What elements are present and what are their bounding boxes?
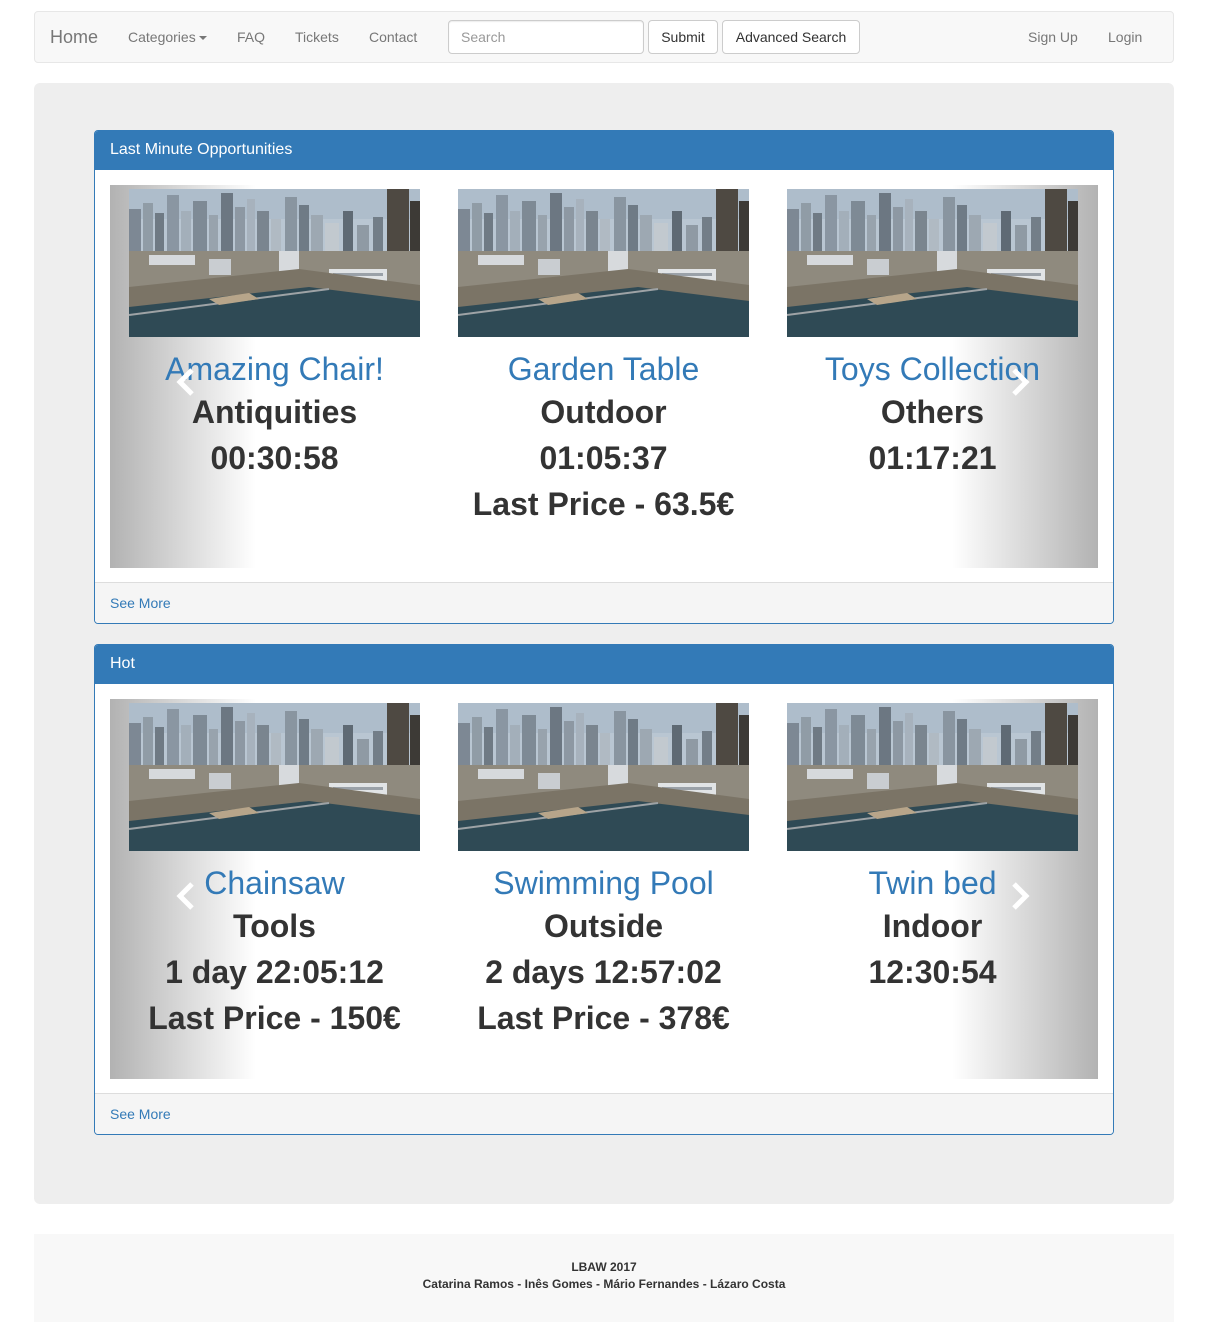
item-last-price: Last Price - 63.5€ (472, 486, 735, 522)
main-container: Last Minute Opportunities Amazing Chair!… (34, 83, 1174, 1204)
chevron-left-icon[interactable] (174, 367, 198, 397)
faq-link[interactable]: FAQ (237, 29, 265, 45)
auction-item[interactable]: Twin bed Indoor 12:30:54 (787, 703, 1078, 995)
carousel: Amazing Chair! Antiquities 00:30:58 Gard… (110, 185, 1098, 568)
panel-heading: Last Minute Opportunities (95, 131, 1113, 170)
item-photo (458, 703, 749, 851)
item-photo (787, 189, 1078, 337)
panel-footer: See More (95, 1093, 1113, 1134)
search-input[interactable] (448, 20, 644, 54)
item-category: Indoor (882, 908, 983, 944)
item-time-left: 2 days 12:57:02 (485, 954, 722, 990)
item-photo (129, 703, 420, 851)
panel-heading: Hot (95, 645, 1113, 684)
last-minute-panel: Last Minute Opportunities Amazing Chair!… (94, 130, 1114, 624)
chevron-right-icon[interactable] (1008, 881, 1032, 911)
submit-button[interactable]: Submit (648, 20, 718, 54)
item-time-left: 1 day 22:05:12 (165, 954, 384, 990)
auction-item[interactable]: Chainsaw Tools 1 day 22:05:12 Last Price… (129, 703, 420, 1041)
sign-up-link[interactable]: Sign Up (1028, 29, 1078, 45)
contact-link[interactable]: Contact (369, 29, 417, 45)
auction-item[interactable]: Amazing Chair! Antiquities 00:30:58 (129, 189, 420, 481)
item-category: Outside (543, 908, 664, 944)
chevron-right-icon[interactable] (1008, 367, 1032, 397)
item-time-left: 00:30:58 (210, 440, 339, 476)
hot-panel: Hot Chainsaw Tools 1 day 22:05:12 Last P… (94, 644, 1114, 1135)
item-category: Antiquities (191, 394, 358, 430)
categories-label: Categories (128, 29, 196, 45)
item-time-left: 01:05:37 (539, 440, 668, 476)
footer-title: LBAW 2017 (571, 1260, 637, 1274)
item-title[interactable]: Twin bed (787, 865, 1078, 903)
auction-item[interactable]: Swimming Pool Outside 2 days 12:57:02 La… (458, 703, 749, 1041)
item-category: Tools (233, 908, 316, 944)
item-category: Outdoor (540, 394, 667, 430)
panel-footer: See More (95, 582, 1113, 623)
item-category: Others (880, 394, 985, 430)
item-title[interactable]: Garden Table (458, 351, 749, 389)
advanced-search-button[interactable]: Advanced Search (722, 20, 860, 54)
tickets-link[interactable]: Tickets (295, 29, 339, 45)
home-link[interactable]: Home (50, 27, 98, 48)
see-more-link[interactable]: See More (110, 1106, 171, 1122)
navbar: Home Categories FAQ Tickets Contact Subm… (34, 11, 1174, 63)
item-last-price: Last Price - 150€ (148, 1000, 401, 1036)
footer-authors: Catarina Ramos - Inês Gomes - Mário Fern… (422, 1277, 786, 1291)
chevron-left-icon[interactable] (174, 881, 198, 911)
item-photo (129, 189, 420, 337)
auction-item[interactable]: Toys Collection Others 01:17:21 (787, 189, 1078, 481)
caret-down-icon (198, 36, 207, 41)
item-time-left: 12:30:54 (868, 954, 997, 990)
login-link[interactable]: Login (1108, 29, 1142, 45)
categories-dropdown[interactable]: Categories (128, 29, 207, 45)
see-more-link[interactable]: See More (110, 595, 171, 611)
item-title[interactable]: Chainsaw (129, 865, 420, 903)
page-footer: LBAW 2017 Catarina Ramos - Inês Gomes - … (34, 1234, 1174, 1322)
item-title[interactable]: Swimming Pool (458, 865, 749, 903)
carousel: Chainsaw Tools 1 day 22:05:12 Last Price… (110, 699, 1098, 1079)
item-title[interactable]: Toys Collection (787, 351, 1078, 389)
item-time-left: 01:17:21 (868, 440, 997, 476)
item-last-price: Last Price - 378€ (477, 1000, 730, 1036)
item-photo (458, 189, 749, 337)
item-title[interactable]: Amazing Chair! (129, 351, 420, 389)
item-photo (787, 703, 1078, 851)
auction-item[interactable]: Garden Table Outdoor 01:05:37 Last Price… (458, 189, 749, 527)
